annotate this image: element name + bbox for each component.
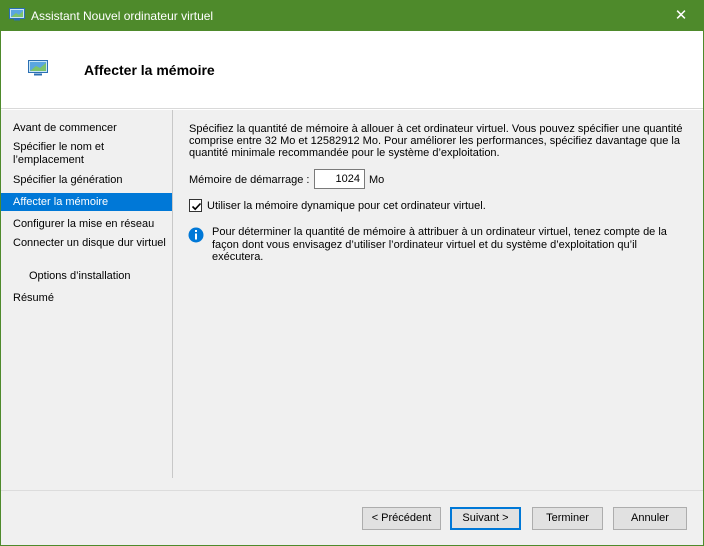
close-icon[interactable]: ✕	[658, 0, 704, 31]
startup-memory-label: Mémoire de démarrage :	[189, 174, 310, 186]
previous-button[interactable]: < Précédent	[362, 507, 441, 530]
nav-step-install-options[interactable]: Options d’installation	[1, 270, 172, 283]
nav-step-virtual-disk[interactable]: Connecter un disque dur virtuel	[1, 237, 172, 250]
memory-description: Spécifiez la quantité de mémoire à allou…	[189, 123, 683, 159]
startup-memory-input[interactable]	[314, 169, 365, 189]
finish-button[interactable]: Terminer	[532, 507, 603, 530]
dynamic-memory-label[interactable]: Utiliser la mémoire dynamique pour cet o…	[207, 200, 486, 212]
title-bar[interactable]: Assistant Nouvel ordinateur virtuel ✕	[0, 0, 704, 31]
vm-monitor-icon	[28, 60, 48, 76]
memory-info-text: Pour déterminer la quantité de mémoire à…	[212, 226, 667, 263]
vm-monitor-icon	[9, 8, 25, 21]
nav-step-networking[interactable]: Configurer la mise en réseau	[1, 218, 172, 231]
checkmark-icon	[191, 202, 202, 211]
info-icon	[188, 227, 204, 243]
cancel-button[interactable]: Annuler	[613, 507, 687, 530]
nav-step-name-location[interactable]: Spécifier le nom et l’emplacement	[1, 141, 172, 167]
dynamic-memory-checkbox[interactable]	[189, 199, 202, 212]
wizard-header: Affecter la mémoire	[1, 31, 703, 109]
window-title: Assistant Nouvel ordinateur virtuel	[31, 9, 214, 23]
startup-memory-unit: Mo	[369, 174, 385, 186]
nav-step-generation[interactable]: Spécifier la génération	[1, 174, 172, 187]
nav-step-memory[interactable]: Affecter la mémoire	[1, 193, 172, 211]
nav-step-before-you-begin[interactable]: Avant de commencer	[1, 122, 172, 135]
next-button[interactable]: Suivant >	[450, 507, 521, 530]
nav-step-summary[interactable]: Résumé	[1, 292, 172, 305]
wizard-step-nav: Avant de commencer Spécifier le nom et l…	[1, 110, 173, 478]
page-title: Affecter la mémoire	[84, 62, 215, 78]
